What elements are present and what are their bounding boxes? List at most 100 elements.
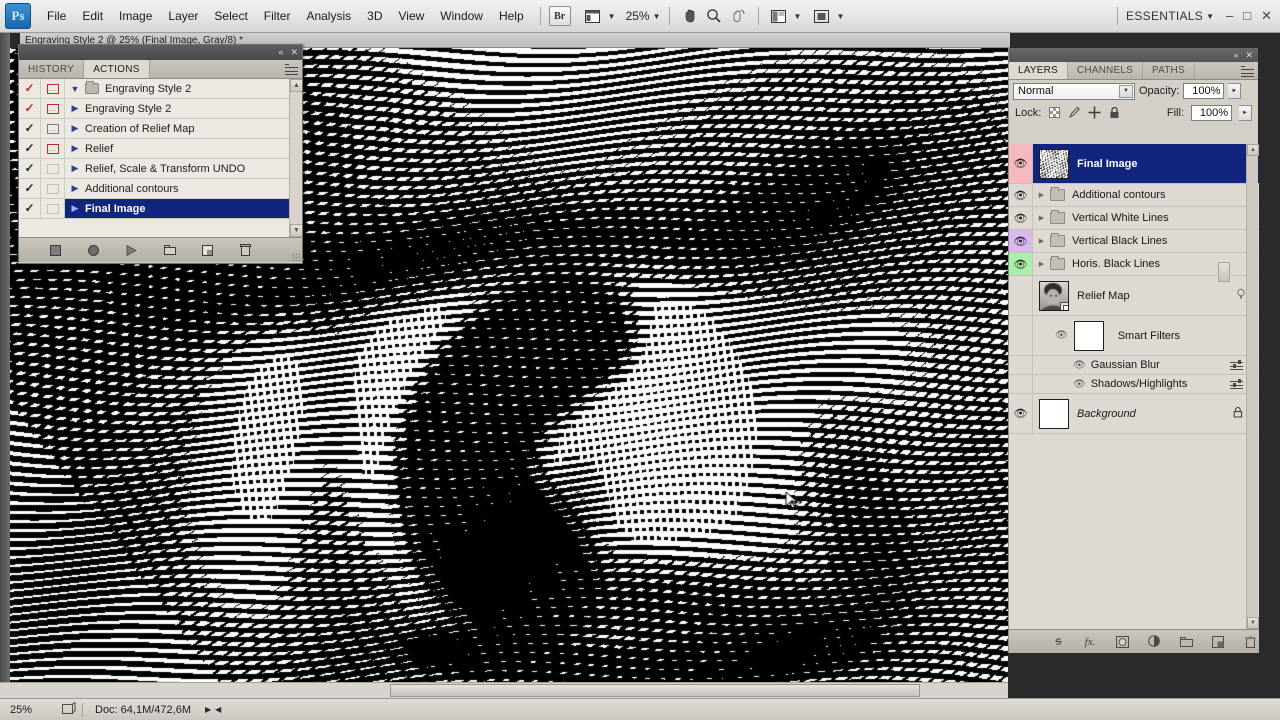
layer-thumbnail[interactable] — [1039, 280, 1069, 311]
action-row[interactable]: ✓ Relief, Scale & Transform UNDO — [19, 159, 302, 179]
close-panel-icon[interactable]: ✕ — [290, 48, 298, 57]
collapse-panel-icon[interactable]: « — [278, 48, 283, 57]
layer-visibility-toggle[interactable]: 👁 — [1009, 207, 1033, 229]
blend-mode-select[interactable]: Normal ▼ — [1013, 82, 1135, 100]
action-row[interactable]: ✓ Creation of Relief Map — [19, 119, 302, 139]
expand-chevron-right-icon[interactable]: ▶ — [1033, 260, 1050, 268]
lock-image-icon[interactable] — [1068, 106, 1081, 119]
scroll-up-button[interactable]: ▲ — [1247, 144, 1259, 156]
maximize-button[interactable]: □ — [1243, 9, 1251, 22]
scrollbar-thumb[interactable] — [390, 684, 920, 697]
expand-chevron-right-icon[interactable] — [65, 123, 85, 134]
layer-visibility-toggle[interactable] — [1009, 276, 1033, 315]
menu-image[interactable]: Image — [111, 5, 160, 27]
play-icon[interactable] — [125, 243, 139, 257]
hand-tool-icon[interactable] — [678, 5, 702, 27]
smart-filter-mask-thumbnail[interactable] — [1073, 320, 1104, 351]
menu-3d[interactable]: 3D — [359, 5, 390, 27]
record-icon[interactable] — [87, 243, 101, 257]
action-toggle-checkbox[interactable]: ✓ — [19, 139, 41, 158]
view-extras-chevron-down-icon[interactable]: ▼ — [608, 12, 616, 21]
layer-row-relief-map[interactable]: Relief Map — [1009, 276, 1259, 316]
status-zoom-field[interactable]: 25% — [0, 704, 62, 716]
action-dialog-toggle[interactable] — [41, 119, 65, 138]
action-dialog-toggle[interactable] — [41, 159, 65, 178]
rotate-view-tool-icon[interactable] — [726, 5, 750, 27]
expand-chevron-right-icon[interactable] — [65, 203, 85, 214]
action-dialog-toggle[interactable] — [41, 199, 65, 218]
close-panel-icon[interactable]: ✕ — [1245, 50, 1253, 60]
action-dialog-toggle[interactable] — [41, 99, 65, 118]
layer-visibility-toggle[interactable] — [1009, 316, 1033, 355]
new-group-icon[interactable] — [1179, 634, 1194, 649]
layers-panel-titlebar[interactable]: « ✕ — [1009, 48, 1258, 62]
layer-visibility-toggle[interactable]: 👁 — [1009, 184, 1033, 206]
action-toggle-checkbox[interactable]: ✓ — [19, 79, 41, 98]
tab-actions[interactable]: ACTIONS — [84, 60, 150, 78]
arrange-documents-icon[interactable] — [767, 5, 791, 27]
fill-input[interactable]: 100% — [1191, 104, 1232, 121]
menu-help[interactable]: Help — [491, 5, 532, 27]
new-set-icon[interactable] — [163, 243, 177, 257]
opacity-input[interactable]: 100% — [1183, 83, 1225, 99]
action-row-set[interactable]: ✓ Engraving Style 2 — [19, 79, 302, 99]
status-preview-icon[interactable] — [62, 701, 76, 718]
layer-row-vertical-white-lines[interactable]: 👁 ▶ Vertical White Lines — [1009, 207, 1259, 230]
expand-chevron-down-icon[interactable] — [65, 84, 85, 94]
link-layers-icon[interactable] — [1051, 634, 1066, 649]
new-action-icon[interactable] — [201, 243, 215, 257]
opacity-stepper[interactable]: ► — [1228, 83, 1242, 99]
layers-scrollbar[interactable]: ▲ ▼ — [1246, 144, 1259, 629]
tab-channels[interactable]: CHANNELS — [1068, 62, 1143, 79]
layer-row-additional-contours[interactable]: 👁 ▶ Additional contours — [1009, 184, 1259, 207]
smart-filters-eye-icon[interactable]: 👁 — [1055, 330, 1068, 341]
screen-mode-chevron-down-icon[interactable]: ▼ — [836, 12, 844, 21]
menu-analysis[interactable]: Analysis — [298, 5, 359, 27]
action-row-selected[interactable]: ✓ Final Image — [19, 199, 302, 219]
actions-panel-titlebar[interactable]: « ✕ — [19, 45, 302, 60]
new-layer-icon[interactable] — [1211, 634, 1226, 649]
action-dialog-toggle[interactable] — [41, 179, 65, 198]
action-row[interactable]: ✓ Relief — [19, 139, 302, 159]
expand-chevron-right-icon[interactable] — [65, 163, 85, 174]
menu-select[interactable]: Select — [206, 5, 255, 27]
expand-chevron-right-icon[interactable]: ▶ — [1033, 191, 1050, 199]
scroll-down-button[interactable]: ▼ — [1247, 617, 1259, 629]
screen-mode-icon[interactable] — [809, 5, 833, 27]
action-dialog-toggle[interactable] — [41, 139, 65, 158]
layer-visibility-toggle[interactable]: 👁 — [1009, 144, 1033, 183]
menu-filter[interactable]: Filter — [256, 5, 299, 27]
workspace-selector[interactable]: ESSENTIALS — [1126, 9, 1203, 23]
layer-visibility-toggle[interactable]: 👁 — [1009, 253, 1033, 275]
status-expand-icon[interactable]: ▶ — [205, 705, 211, 714]
eye-icon[interactable]: 👁 — [1014, 407, 1028, 420]
eye-icon[interactable]: 👁 — [1014, 189, 1028, 202]
adjustment-layer-icon[interactable] — [1147, 634, 1162, 649]
action-row[interactable]: ✓ Engraving Style 2 — [19, 99, 302, 119]
layer-style-fx-icon[interactable]: fx. — [1083, 634, 1098, 649]
eye-icon[interactable]: 👁 — [1014, 258, 1028, 271]
action-toggle-checkbox[interactable]: ✓ — [19, 199, 41, 218]
panel-scroll-thumb[interactable] — [1218, 262, 1230, 282]
layers-panel-menu-icon[interactable] — [1241, 66, 1254, 77]
canvas-horizontal-scrollbar[interactable] — [0, 682, 1008, 698]
photoshop-logo-icon[interactable]: Ps — [5, 3, 31, 29]
layer-row-background[interactable]: 👁 Background — [1009, 394, 1259, 434]
action-toggle-checkbox[interactable]: ✓ — [19, 119, 41, 138]
layer-row-smart-filters[interactable]: 👁 Smart Filters — [1009, 316, 1259, 356]
eye-icon[interactable]: 👁 — [1073, 360, 1086, 371]
expand-chevron-right-icon[interactable] — [65, 143, 85, 154]
eye-icon[interactable]: 👁 — [1073, 379, 1086, 390]
layer-visibility-toggle[interactable]: 👁 — [1009, 230, 1033, 252]
action-dialog-toggle[interactable] — [41, 79, 65, 98]
zoom-tool-icon[interactable] — [702, 5, 726, 27]
eye-icon[interactable]: 👁 — [1014, 235, 1028, 248]
expand-chevron-right-icon[interactable] — [65, 183, 85, 194]
status-info-menu[interactable]: ▶ ◀ — [205, 705, 221, 714]
zoom-chevron-down-icon[interactable]: ▼ — [653, 12, 661, 21]
menu-view[interactable]: View — [390, 5, 432, 27]
collapse-panel-icon[interactable]: « — [1233, 50, 1238, 60]
eye-icon[interactable]: 👁 — [1014, 157, 1028, 170]
action-row[interactable]: ✓ Additional contours — [19, 179, 302, 199]
actions-panel-menu-icon[interactable] — [285, 64, 298, 75]
